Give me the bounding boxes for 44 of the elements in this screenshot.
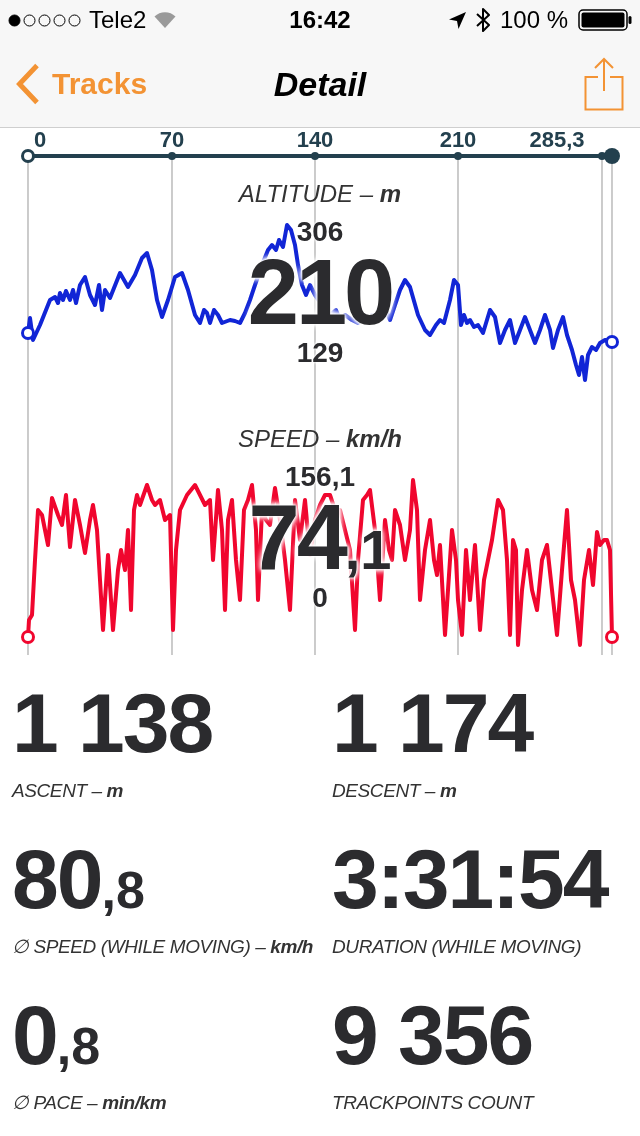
battery-icon (578, 9, 632, 31)
line-start-marker (21, 326, 35, 340)
stat-label: ∅ SPEED (WHILE MOVING) – km/h (12, 935, 313, 958)
location-arrow-icon (448, 11, 466, 29)
chart-min-value: 129 (296, 339, 344, 367)
stat-label: ∅ PACE – min/km (12, 1091, 167, 1114)
chart-title: SPEED – km/h (237, 426, 403, 452)
stat-label: ASCENT – m (12, 779, 124, 802)
range-end-handle[interactable] (604, 148, 620, 164)
stat-label: DESCENT – m (332, 779, 457, 802)
line-end-marker (605, 630, 619, 644)
line-start-marker (21, 630, 35, 644)
chart-min-value: 0 (312, 584, 328, 612)
screen-title: Detail (273, 66, 367, 101)
axis-tick-dot (311, 152, 319, 160)
stat-label: DURATION (WHILE MOVING) (332, 935, 582, 958)
line-end-marker (605, 335, 619, 349)
signal-strength-icon (8, 13, 81, 27)
stat-value: 80,8 (12, 837, 145, 921)
distance-tick-label: 140 (296, 129, 334, 151)
stat-value: 1 138 (12, 681, 213, 765)
stat-value: 9 356 (332, 993, 533, 1077)
stat-label: TRACKPOINTS COUNT (332, 1091, 534, 1114)
distance-tick-label: 70 (159, 129, 185, 151)
back-button[interactable]: Tracks (16, 62, 148, 105)
distance-tick-label: 0 (33, 129, 47, 151)
stat-value: 0,8 (12, 993, 101, 1077)
chart-max-value: 156,1 (284, 463, 356, 491)
range-start-handle[interactable] (21, 149, 35, 163)
share-icon (584, 56, 624, 111)
distance-tick-label: 285,3 (529, 129, 585, 151)
chart-title: ALTITUDE – m (238, 181, 402, 207)
clock-time: 16:42 (289, 8, 351, 32)
axis-tick-dot (168, 152, 176, 160)
stat-value: 3:31:54 (332, 837, 608, 921)
carrier-name: Tele2 (89, 8, 147, 32)
chart-max-value: 306 (296, 218, 344, 246)
wifi-icon (154, 12, 177, 28)
bluetooth-icon (475, 8, 490, 32)
stat-value: 1 174 (332, 681, 533, 765)
battery-percentage: 100 % (499, 8, 568, 32)
chevron-left-icon (16, 62, 40, 105)
axis-tick-dot (454, 152, 462, 160)
distance-tick-label: 210 (439, 129, 477, 151)
